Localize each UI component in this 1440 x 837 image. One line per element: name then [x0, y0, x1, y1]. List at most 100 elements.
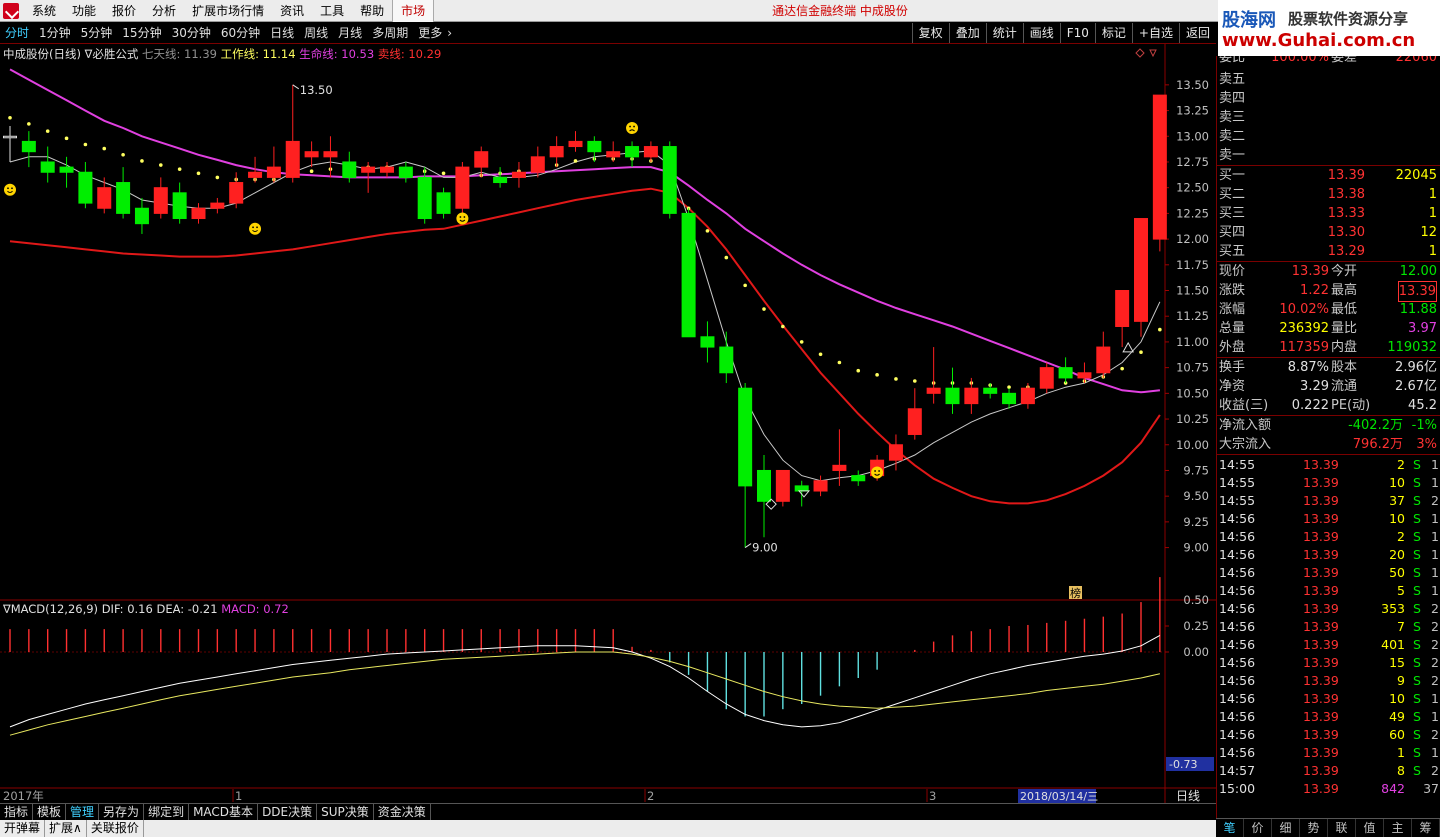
candle[interactable] — [738, 383, 753, 548]
candle[interactable] — [945, 367, 960, 414]
candle[interactable] — [229, 172, 244, 209]
tick-row[interactable]: 14:56 13.39 1 S 1 — [1217, 744, 1440, 762]
quote-tab-3[interactable]: 势 — [1300, 819, 1328, 837]
sell-level-2[interactable]: 卖二 — [1217, 127, 1440, 146]
tool-button-7[interactable]: 返回 — [1178, 23, 1216, 43]
kline-chart[interactable]: 9.009.259.509.7510.0010.2510.5010.7511.0… — [0, 44, 1216, 803]
indicator-tab-4[interactable]: 绑定到 — [144, 804, 190, 820]
menu-item-8[interactable]: 市场 — [392, 0, 435, 22]
candle[interactable] — [926, 347, 941, 404]
sell-level-5[interactable]: 卖五 — [1217, 70, 1440, 89]
tool-button-5[interactable]: 标记 — [1094, 23, 1132, 43]
tick-row[interactable]: 14:56 13.39 60 S 2 — [1217, 726, 1440, 744]
period-tab-6[interactable]: 日线 — [265, 22, 299, 44]
tick-row[interactable]: 14:55 13.39 10 S 1 — [1217, 474, 1440, 492]
candle[interactable] — [1020, 383, 1035, 409]
period-tab-0[interactable]: 分时 — [0, 22, 34, 44]
period-tab-5[interactable]: 60分钟 — [216, 22, 265, 44]
candle[interactable] — [436, 187, 451, 219]
candle[interactable] — [964, 377, 979, 414]
candle[interactable] — [549, 136, 564, 168]
indicator-tab-2[interactable]: 管理 — [66, 804, 100, 820]
period-tab-10[interactable]: 更多 — [413, 22, 447, 44]
candle[interactable] — [3, 125, 17, 162]
buy-level-2[interactable]: 买二 13.38 1 — [1217, 185, 1440, 204]
candle[interactable] — [304, 141, 319, 168]
tick-row[interactable]: 15:00 13.39 842 37 — [1217, 780, 1440, 798]
period-tab-7[interactable]: 周线 — [299, 22, 333, 44]
candle[interactable] — [700, 321, 715, 363]
candle[interactable] — [1152, 94, 1167, 252]
candle[interactable] — [474, 146, 489, 178]
status-tab-0[interactable]: 开弹幕 — [0, 820, 46, 837]
menu-item-4[interactable]: 扩展市场行情 — [184, 0, 272, 22]
candle[interactable] — [1058, 357, 1073, 384]
macd-title[interactable]: ∇MACD(12,26,9) — [3, 602, 98, 616]
candle[interactable] — [511, 161, 526, 188]
candle[interactable] — [719, 331, 734, 384]
buy-level-4[interactable]: 买四 13.30 12 — [1217, 223, 1440, 242]
candle[interactable] — [455, 161, 470, 214]
tick-row[interactable]: 14:56 13.39 10 S 1 — [1217, 690, 1440, 708]
indicator-tab-1[interactable]: 模板 — [33, 804, 67, 820]
candle[interactable] — [757, 455, 771, 538]
candle[interactable] — [775, 469, 790, 507]
tick-row[interactable]: 14:56 13.39 9 S 2 — [1217, 672, 1440, 690]
candle[interactable] — [681, 208, 696, 338]
tick-row[interactable]: 14:55 13.39 37 S 2 — [1217, 492, 1440, 510]
candle[interactable] — [983, 383, 998, 399]
candle[interactable] — [1002, 388, 1017, 409]
tick-row[interactable]: 14:56 13.39 50 S 1 — [1217, 564, 1440, 582]
candle[interactable] — [285, 84, 300, 183]
candle[interactable] — [1134, 218, 1148, 337]
indicator-tab-3[interactable]: 另存为 — [99, 804, 145, 820]
indicator-tab-0[interactable]: 指标 — [0, 804, 34, 820]
candle[interactable] — [323, 136, 338, 178]
indicator-tab-8[interactable]: 资金决策 — [374, 804, 431, 820]
period-tab-9[interactable]: 多周期 — [367, 22, 413, 44]
quote-tab-6[interactable]: 主 — [1384, 819, 1412, 837]
tick-row[interactable]: 14:55 13.39 2 S 1 — [1217, 456, 1440, 474]
candle[interactable] — [380, 161, 394, 178]
candle[interactable] — [1115, 290, 1130, 348]
tool-button-4[interactable]: F10 — [1059, 23, 1095, 43]
candle[interactable] — [813, 475, 828, 497]
candle[interactable] — [662, 141, 677, 219]
menu-item-3[interactable]: 分析 — [144, 0, 184, 22]
candle[interactable] — [1039, 362, 1054, 394]
candle[interactable] — [907, 388, 922, 440]
candle[interactable] — [172, 182, 187, 224]
tick-row[interactable]: 14:56 13.39 2 S 1 — [1217, 528, 1440, 546]
tick-row[interactable]: 14:56 13.39 10 S 1 — [1217, 510, 1440, 528]
indicator-tab-6[interactable]: DDE决策 — [258, 804, 318, 820]
quote-tab-1[interactable]: 价 — [1244, 819, 1272, 837]
quote-tab-2[interactable]: 细 — [1272, 819, 1300, 837]
candle[interactable] — [210, 197, 225, 214]
candle[interactable] — [266, 146, 281, 183]
buy-level-5[interactable]: 买五 13.29 1 — [1217, 242, 1440, 261]
menu-item-1[interactable]: 功能 — [64, 0, 104, 22]
candle[interactable] — [606, 141, 621, 162]
formula-name[interactable]: ∇必胜公式 — [85, 47, 139, 61]
candle[interactable] — [78, 161, 93, 209]
candle[interactable] — [97, 177, 112, 214]
quote-tab-4[interactable]: 联 — [1328, 819, 1356, 837]
sell-level-3[interactable]: 卖三 — [1217, 108, 1440, 127]
tick-row[interactable]: 14:56 13.39 353 S 2 — [1217, 600, 1440, 618]
buy-level-3[interactable]: 买三 13.33 1 — [1217, 204, 1440, 223]
tool-button-2[interactable]: 统计 — [985, 23, 1023, 43]
candle[interactable] — [153, 177, 168, 219]
sell-level-4[interactable]: 卖四 — [1217, 89, 1440, 108]
candle[interactable] — [191, 203, 206, 224]
tick-row[interactable]: 14:56 13.39 7 S 2 — [1217, 618, 1440, 636]
tick-row[interactable]: 14:57 13.39 8 S 2 — [1217, 762, 1440, 780]
candle[interactable] — [398, 161, 413, 183]
tool-button-6[interactable]: +自选 — [1131, 23, 1179, 43]
menu-item-7[interactable]: 帮助 — [352, 0, 392, 22]
tick-row[interactable]: 14:56 13.39 15 S 2 — [1217, 654, 1440, 672]
menu-item-6[interactable]: 工具 — [312, 0, 352, 22]
quote-tab-5[interactable]: 值 — [1356, 819, 1384, 837]
candle[interactable] — [493, 167, 508, 188]
indicator-tab-5[interactable]: MACD基本 — [189, 804, 259, 820]
candle[interactable] — [625, 141, 640, 168]
